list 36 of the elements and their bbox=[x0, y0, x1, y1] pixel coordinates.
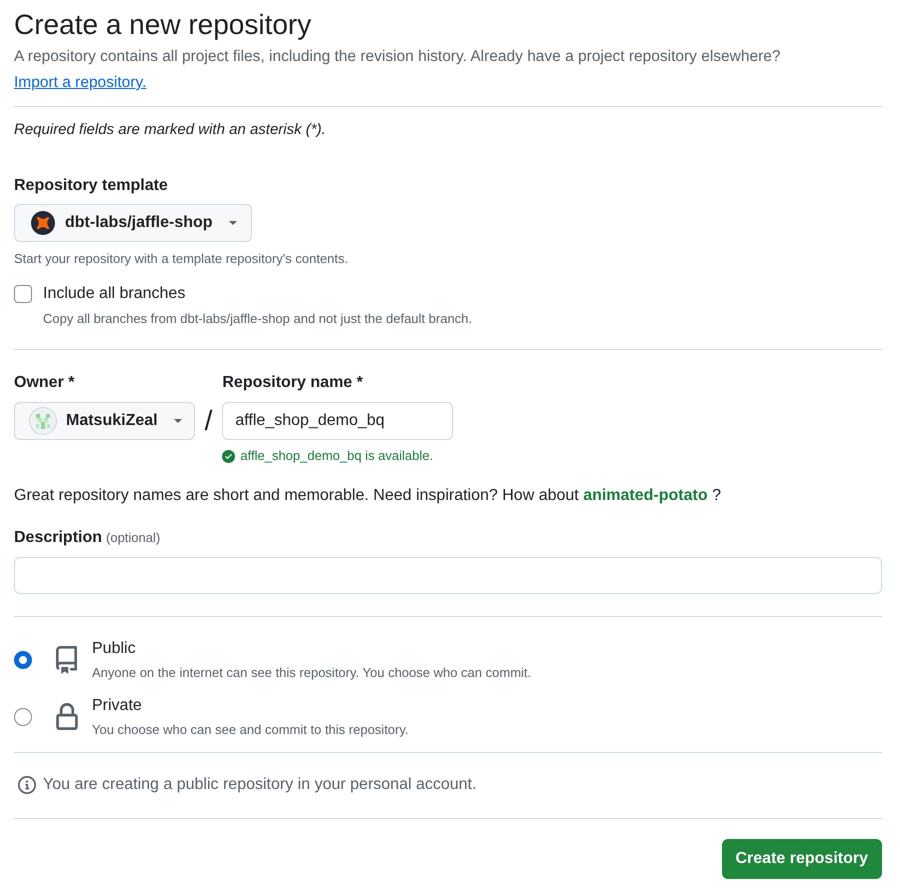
required-fields-note: Required fields are marked with an asterisk (*). bbox=[14, 120, 327, 140]
optional-hint: (optional) bbox=[106, 529, 160, 547]
radio-button[interactable] bbox=[14, 708, 32, 726]
suggested-name-link[interactable]: animated-potato bbox=[583, 487, 708, 504]
info-icon bbox=[18, 776, 36, 794]
cross-avatar-icon bbox=[31, 211, 55, 235]
option-description: You choose who can see and commit to this repository. bbox=[92, 721, 409, 739]
lock-icon bbox=[56, 703, 78, 730]
field-label: Repository template bbox=[14, 176, 169, 196]
info-message: You are creating a public repository in your personal account. bbox=[43, 775, 476, 795]
caret-icon bbox=[174, 419, 182, 423]
field-label: Repository name * bbox=[222, 373, 363, 393]
owner-dropdown[interactable]: MatsukiZeal bbox=[14, 402, 195, 440]
checkbox-hint: Copy all branches from dbt-labs/jaffle-shop and not just the default branch. bbox=[43, 310, 474, 328]
path-separator: / bbox=[204, 404, 212, 438]
caret-icon bbox=[228, 221, 237, 225]
radio-button[interactable] bbox=[14, 650, 32, 668]
validation-message: affle_shop_demo_bq is available. bbox=[240, 447, 434, 465]
create-repository-button[interactable]: Create repository bbox=[722, 839, 882, 879]
page-title: Create a new repository bbox=[14, 8, 312, 42]
option-label: Public bbox=[92, 639, 137, 659]
field-hint: Start your repository with a template repository's contents. bbox=[14, 250, 350, 268]
checkbox[interactable] bbox=[14, 285, 32, 303]
description-field[interactable] bbox=[14, 557, 882, 594]
import-repository-link[interactable]: Import a repository. bbox=[14, 74, 146, 91]
template-dropdown[interactable]: dbt-labs/jaffle-shop bbox=[14, 204, 252, 242]
pixel-avatar-icon bbox=[29, 407, 57, 435]
option-label: Private bbox=[92, 696, 143, 716]
suggestion-text: Great repository names are short and memorable. Need inspiration? How about animated-potato ? bbox=[14, 486, 722, 506]
page-description: A repository contains all project files, including the revision history. Already have a project repository elsewhere? bbox=[14, 47, 782, 67]
field-label: Description bbox=[14, 528, 102, 548]
checkbox-label: Include all branches bbox=[43, 284, 186, 304]
book-icon bbox=[56, 646, 77, 674]
field-label: Owner * bbox=[14, 373, 74, 393]
repository-name-field[interactable]: affle_shop_demo_bq bbox=[222, 402, 454, 440]
option-description: Anyone on the internet can see this repository. You choose who can commit. bbox=[92, 664, 532, 682]
